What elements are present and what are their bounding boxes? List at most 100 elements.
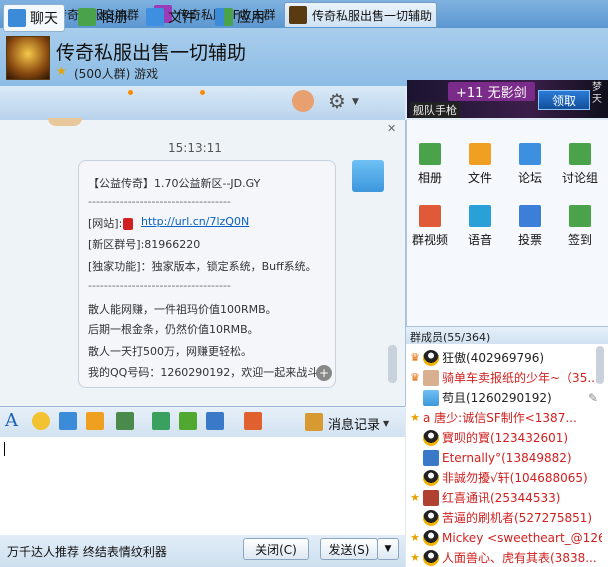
message-line: 【公益传奇】1.70公益新区--JD.GY: [88, 177, 261, 190]
close-button[interactable]: 关闭(C): [243, 538, 309, 560]
member-name: 非誠勿擾√轩(104688065): [442, 471, 588, 485]
message-line: 我的QQ号码：1260290192，欢迎一起来战斗。: [88, 366, 330, 379]
music-icon[interactable]: [152, 412, 170, 430]
message-history-button[interactable]: 消息记录: [328, 414, 380, 433]
member-name: 寳呗的寳(123432601): [442, 431, 569, 445]
tab-files[interactable]: 文件: [146, 4, 196, 30]
member-name: Mickey <sweetheart_@126.c...: [442, 530, 602, 545]
tab-apps[interactable]: 应用: [215, 4, 265, 30]
member-name: a 唐少:诚信SF制作<1387...: [423, 411, 577, 425]
ad-side-text: 梦天: [592, 82, 602, 105]
message-line: 后期一根金条，仍然价值10RMB。: [88, 323, 259, 336]
member-name: 苟且(1260290192): [442, 391, 552, 405]
message-link[interactable]: http://url.cn/7lzQ0N: [141, 215, 249, 228]
avatar: [423, 449, 439, 466]
penguin-icon: [423, 529, 439, 546]
tab-album[interactable]: 相册: [78, 4, 128, 30]
app-label: 文件: [467, 171, 492, 185]
image-icon[interactable]: [116, 412, 134, 430]
close-icon[interactable]: ✕: [387, 122, 396, 135]
member-row[interactable]: 苟且(1260290192) ✎: [406, 388, 602, 407]
notification-dot: [200, 90, 205, 95]
avatar: [423, 489, 439, 506]
video-icon: [419, 205, 441, 227]
note-icon[interactable]: [86, 412, 104, 430]
notification-dot: [128, 90, 133, 95]
doc-icon[interactable]: [179, 412, 197, 430]
tab-chat-label: 聊天: [30, 11, 58, 27]
group-icon: [289, 6, 307, 24]
avatar: [423, 389, 439, 406]
member-row[interactable]: ★ a 唐少:诚信SF制作<1387...: [406, 408, 602, 427]
previous-message-edge: [48, 118, 82, 126]
tab-label: 传奇私服出售一切辅助: [312, 8, 433, 23]
app-vote[interactable]: 投票: [506, 205, 554, 248]
history-icon[interactable]: [305, 413, 323, 431]
emoji-icon[interactable]: [32, 412, 50, 430]
member-row[interactable]: 寳呗的寳(123432601): [406, 428, 602, 447]
chevron-down-icon[interactable]: ▼: [383, 419, 389, 428]
chat-icon: [8, 9, 26, 27]
gear-icon[interactable]: ⚙: [328, 91, 346, 111]
tab-chat[interactable]: 聊天: [3, 4, 65, 32]
star-icon: ★: [410, 530, 420, 544]
edit-icon[interactable]: ✎: [588, 391, 598, 405]
app-group-video[interactable]: 群视频: [406, 205, 454, 248]
group-meta: (500人群) 游戏: [74, 67, 159, 81]
member-row[interactable]: ★ 红喜通讯(25344533): [406, 488, 602, 507]
member-row[interactable]: ★ 人面兽心、虎有其表(3838...: [406, 548, 602, 567]
app-files[interactable]: 文件: [456, 143, 504, 186]
message-timestamp: 15:13:11: [168, 141, 222, 155]
tab-files-label: 文件: [168, 10, 196, 26]
app-album[interactable]: 相册: [406, 143, 454, 186]
promo-link[interactable]: 万千达人推荐 终结表情纹利器: [7, 543, 167, 560]
message-line: [独家功能]：独家版本，锁定系统，Buff系统。: [88, 260, 317, 273]
app-forum[interactable]: 论坛: [506, 143, 554, 186]
tab-album-label: 相册: [100, 10, 128, 26]
group-avatar[interactable]: [6, 36, 50, 80]
member-row[interactable]: Eternally°(13849882): [406, 448, 602, 467]
send-button[interactable]: 发送(S): [320, 538, 378, 560]
member-row[interactable]: 苦逼的刷机者(527275851): [406, 508, 602, 527]
gift-icon[interactable]: [244, 412, 262, 430]
app-checkin[interactable]: 签到: [556, 205, 604, 248]
member-row[interactable]: ♛ 狂傲(402969796): [406, 348, 602, 367]
tab-group-3[interactable]: 传奇私服出售一切辅助: [284, 2, 438, 27]
owner-icon: ♛: [410, 350, 420, 364]
discussion-icon: [569, 143, 591, 165]
member-name: Eternally°(13849882): [442, 450, 572, 465]
chevron-down-icon[interactable]: ▼: [352, 97, 359, 107]
chat-scrollbar[interactable]: [388, 345, 397, 383]
app-voice[interactable]: 语音: [456, 205, 504, 248]
message-line: [新区群号]:81966220: [88, 238, 201, 251]
zoom-icon[interactable]: +: [316, 365, 332, 381]
member-row[interactable]: ♛ 骑单车卖报纸的少年~（35...: [406, 368, 602, 387]
app-discussion[interactable]: 讨论组: [556, 143, 604, 186]
voice-icon: [469, 205, 491, 227]
send-options-button[interactable]: ▼: [377, 538, 399, 560]
message-input[interactable]: [0, 437, 405, 535]
font-icon[interactable]: A: [5, 410, 18, 431]
member-list[interactable]: ♛ 狂傲(402969796) ♛ 骑单车卖报纸的少年~（35... 苟且(12…: [406, 344, 608, 567]
member-name: 红喜通讯(25344533): [442, 491, 561, 505]
member-name: 人面兽心、虎有其表(3838...: [442, 551, 597, 565]
screenshot-icon[interactable]: [206, 412, 224, 430]
member-row[interactable]: 非誠勿擾√轩(104688065): [406, 468, 602, 487]
group-name: 传奇私服出售一切辅助: [56, 42, 247, 64]
ad-claim-button[interactable]: 领取: [538, 90, 590, 110]
add-member-icon[interactable]: [292, 90, 314, 112]
sender-avatar[interactable]: [352, 160, 384, 192]
penguin-icon: [423, 509, 439, 526]
app-label: 讨论组: [561, 171, 598, 185]
vibrate-icon[interactable]: [59, 412, 77, 430]
member-row[interactable]: ★ Mickey <sweetheart_@126.c...: [406, 528, 602, 547]
folder-icon: [146, 8, 164, 26]
penguin-icon: [423, 549, 439, 566]
tab-apps-label: 应用: [237, 10, 265, 26]
star-icon: ★: [410, 550, 420, 564]
member-scrollbar[interactable]: [596, 346, 604, 384]
member-name: 骑单车卖报纸的少年~（35...: [442, 371, 599, 385]
